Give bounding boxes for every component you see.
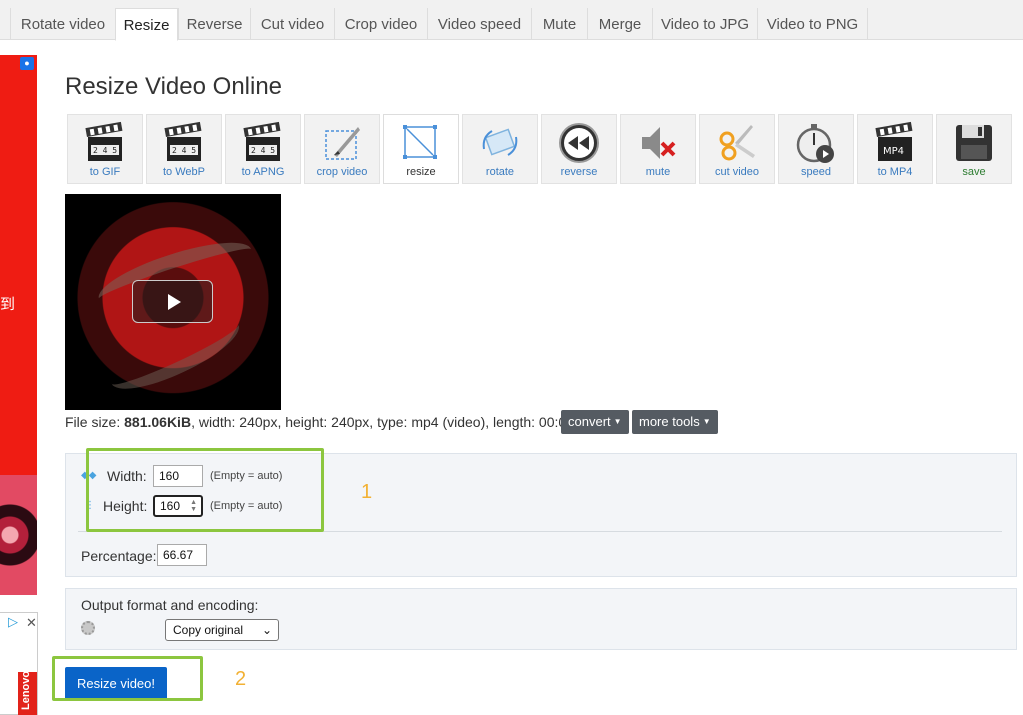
more-tools-label: more tools bbox=[639, 414, 700, 429]
tool-label: to WebP bbox=[163, 166, 205, 178]
tab-cut-video[interactable]: Cut video bbox=[250, 8, 334, 40]
play-button[interactable] bbox=[132, 280, 213, 323]
percentage-label: Percentage: bbox=[81, 548, 157, 564]
tab-video-speed[interactable]: Video speed bbox=[427, 8, 531, 40]
crop-icon bbox=[325, 127, 360, 160]
lenovo-ad-text: Lenovo bbox=[20, 670, 32, 710]
svg-text:2 4 5: 2 4 5 bbox=[251, 146, 275, 155]
clapperboard-icon: 2 4 5 bbox=[85, 121, 123, 161]
mp4-clapperboard-icon: MP4 bbox=[875, 121, 913, 161]
tool-label: cut video bbox=[714, 166, 760, 178]
caret-down-icon: ▼ bbox=[613, 417, 622, 426]
svg-text:2 4 5: 2 4 5 bbox=[172, 146, 196, 155]
rotate-icon bbox=[482, 128, 518, 156]
side-advertisement[interactable]: 到 bbox=[0, 55, 37, 595]
tab-resize[interactable]: Resize bbox=[115, 8, 178, 41]
caret-down-icon: ▼ bbox=[702, 417, 711, 426]
tool-cut-video[interactable]: cut video bbox=[699, 114, 775, 184]
tool-crop-video[interactable]: crop video bbox=[304, 114, 380, 184]
annotation-highlight-1 bbox=[86, 448, 324, 532]
gear-icon bbox=[81, 621, 95, 635]
mp4-badge-text: MP4 bbox=[883, 146, 904, 157]
annotation-number-1: 1 bbox=[361, 481, 373, 503]
tool-save[interactable]: save bbox=[936, 114, 1012, 184]
lenovo-ad-logo[interactable]: Lenovo bbox=[18, 670, 37, 715]
page-title: Resize Video Online bbox=[65, 73, 283, 100]
ad-image bbox=[0, 475, 37, 595]
output-format-label: Output format and encoding: bbox=[81, 597, 259, 613]
annotation-highlight-2 bbox=[52, 656, 203, 701]
tool-label: to APNG bbox=[241, 166, 285, 178]
file-info-prefix: File size: bbox=[65, 414, 125, 430]
tool-label: crop video bbox=[316, 166, 368, 178]
tab-reverse[interactable]: Reverse bbox=[178, 8, 250, 40]
rewind-icon bbox=[559, 123, 599, 163]
tab-mute[interactable]: Mute bbox=[531, 8, 587, 40]
ad-text: 到 bbox=[0, 295, 16, 313]
clapperboard-icon: 2 4 5 bbox=[243, 121, 281, 161]
play-icon bbox=[168, 294, 181, 310]
tab-bar: Rotate video Resize Reverse Cut video Cr… bbox=[0, 0, 1023, 41]
ad-choices-icon[interactable]: ▷ bbox=[8, 615, 18, 630]
floppy-disk-icon bbox=[956, 125, 992, 161]
tool-label: to GIF bbox=[89, 166, 121, 178]
tool-label: save bbox=[962, 166, 986, 178]
close-icon[interactable]: ✕ bbox=[26, 615, 37, 631]
video-preview[interactable] bbox=[65, 194, 281, 410]
tool-to-mp4[interactable]: MP4 to MP4 bbox=[857, 114, 933, 184]
tab-crop-video[interactable]: Crop video bbox=[334, 8, 427, 40]
percentage-field[interactable]: 66.67 bbox=[157, 544, 207, 566]
tool-to-webp[interactable]: 2 4 5 to WebP bbox=[146, 114, 222, 184]
more-tools-dropdown-button[interactable]: more tools ▼ bbox=[632, 410, 718, 434]
tab-rotate-video[interactable]: Rotate video bbox=[10, 8, 115, 40]
stopwatch-icon bbox=[796, 124, 834, 163]
tool-reverse[interactable]: reverse bbox=[541, 114, 617, 184]
tool-speed[interactable]: speed bbox=[778, 114, 854, 184]
tool-label: mute bbox=[645, 166, 671, 178]
user-badge-icon: ● bbox=[20, 57, 34, 70]
convert-label: convert bbox=[568, 414, 611, 429]
tool-label: reverse bbox=[560, 166, 598, 178]
tool-label: speed bbox=[801, 166, 831, 178]
tool-to-gif[interactable]: 2 4 5 to GIF bbox=[67, 114, 143, 184]
file-info-details: , width: 240px, height: 240px, type: mp4… bbox=[191, 414, 594, 430]
convert-dropdown-button[interactable]: convert ▼ bbox=[561, 410, 629, 434]
output-format-value: Copy original bbox=[173, 623, 244, 637]
file-info: File size: 881.06KiB, width: 240px, heig… bbox=[65, 414, 593, 430]
output-options-panel: Output format and encoding: Copy origina… bbox=[65, 588, 1017, 650]
tool-resize[interactable]: resize bbox=[383, 114, 459, 184]
tab-merge[interactable]: Merge bbox=[587, 8, 652, 40]
resize-icon bbox=[403, 125, 437, 159]
clapperboard-icon: 2 4 5 bbox=[164, 121, 202, 161]
mute-icon bbox=[642, 127, 676, 159]
scissors-icon bbox=[719, 125, 755, 161]
tab-video-to-jpg[interactable]: Video to JPG bbox=[652, 8, 757, 40]
annotation-number-2: 2 bbox=[235, 668, 247, 690]
tool-mute[interactable]: mute bbox=[620, 114, 696, 184]
tool-label: to MP4 bbox=[877, 166, 913, 178]
tool-label: rotate bbox=[485, 166, 515, 178]
file-size-value: 881.06KiB bbox=[124, 414, 192, 430]
tool-label: resize bbox=[406, 166, 436, 178]
svg-text:2 4 5: 2 4 5 bbox=[93, 146, 117, 155]
tab-video-to-png[interactable]: Video to PNG bbox=[757, 8, 868, 40]
tool-to-apng[interactable]: 2 4 5 to APNG bbox=[225, 114, 301, 184]
tool-rotate[interactable]: rotate bbox=[462, 114, 538, 184]
output-format-select[interactable]: Copy original ⌄ bbox=[165, 619, 279, 641]
chevron-down-icon: ⌄ bbox=[261, 623, 272, 637]
